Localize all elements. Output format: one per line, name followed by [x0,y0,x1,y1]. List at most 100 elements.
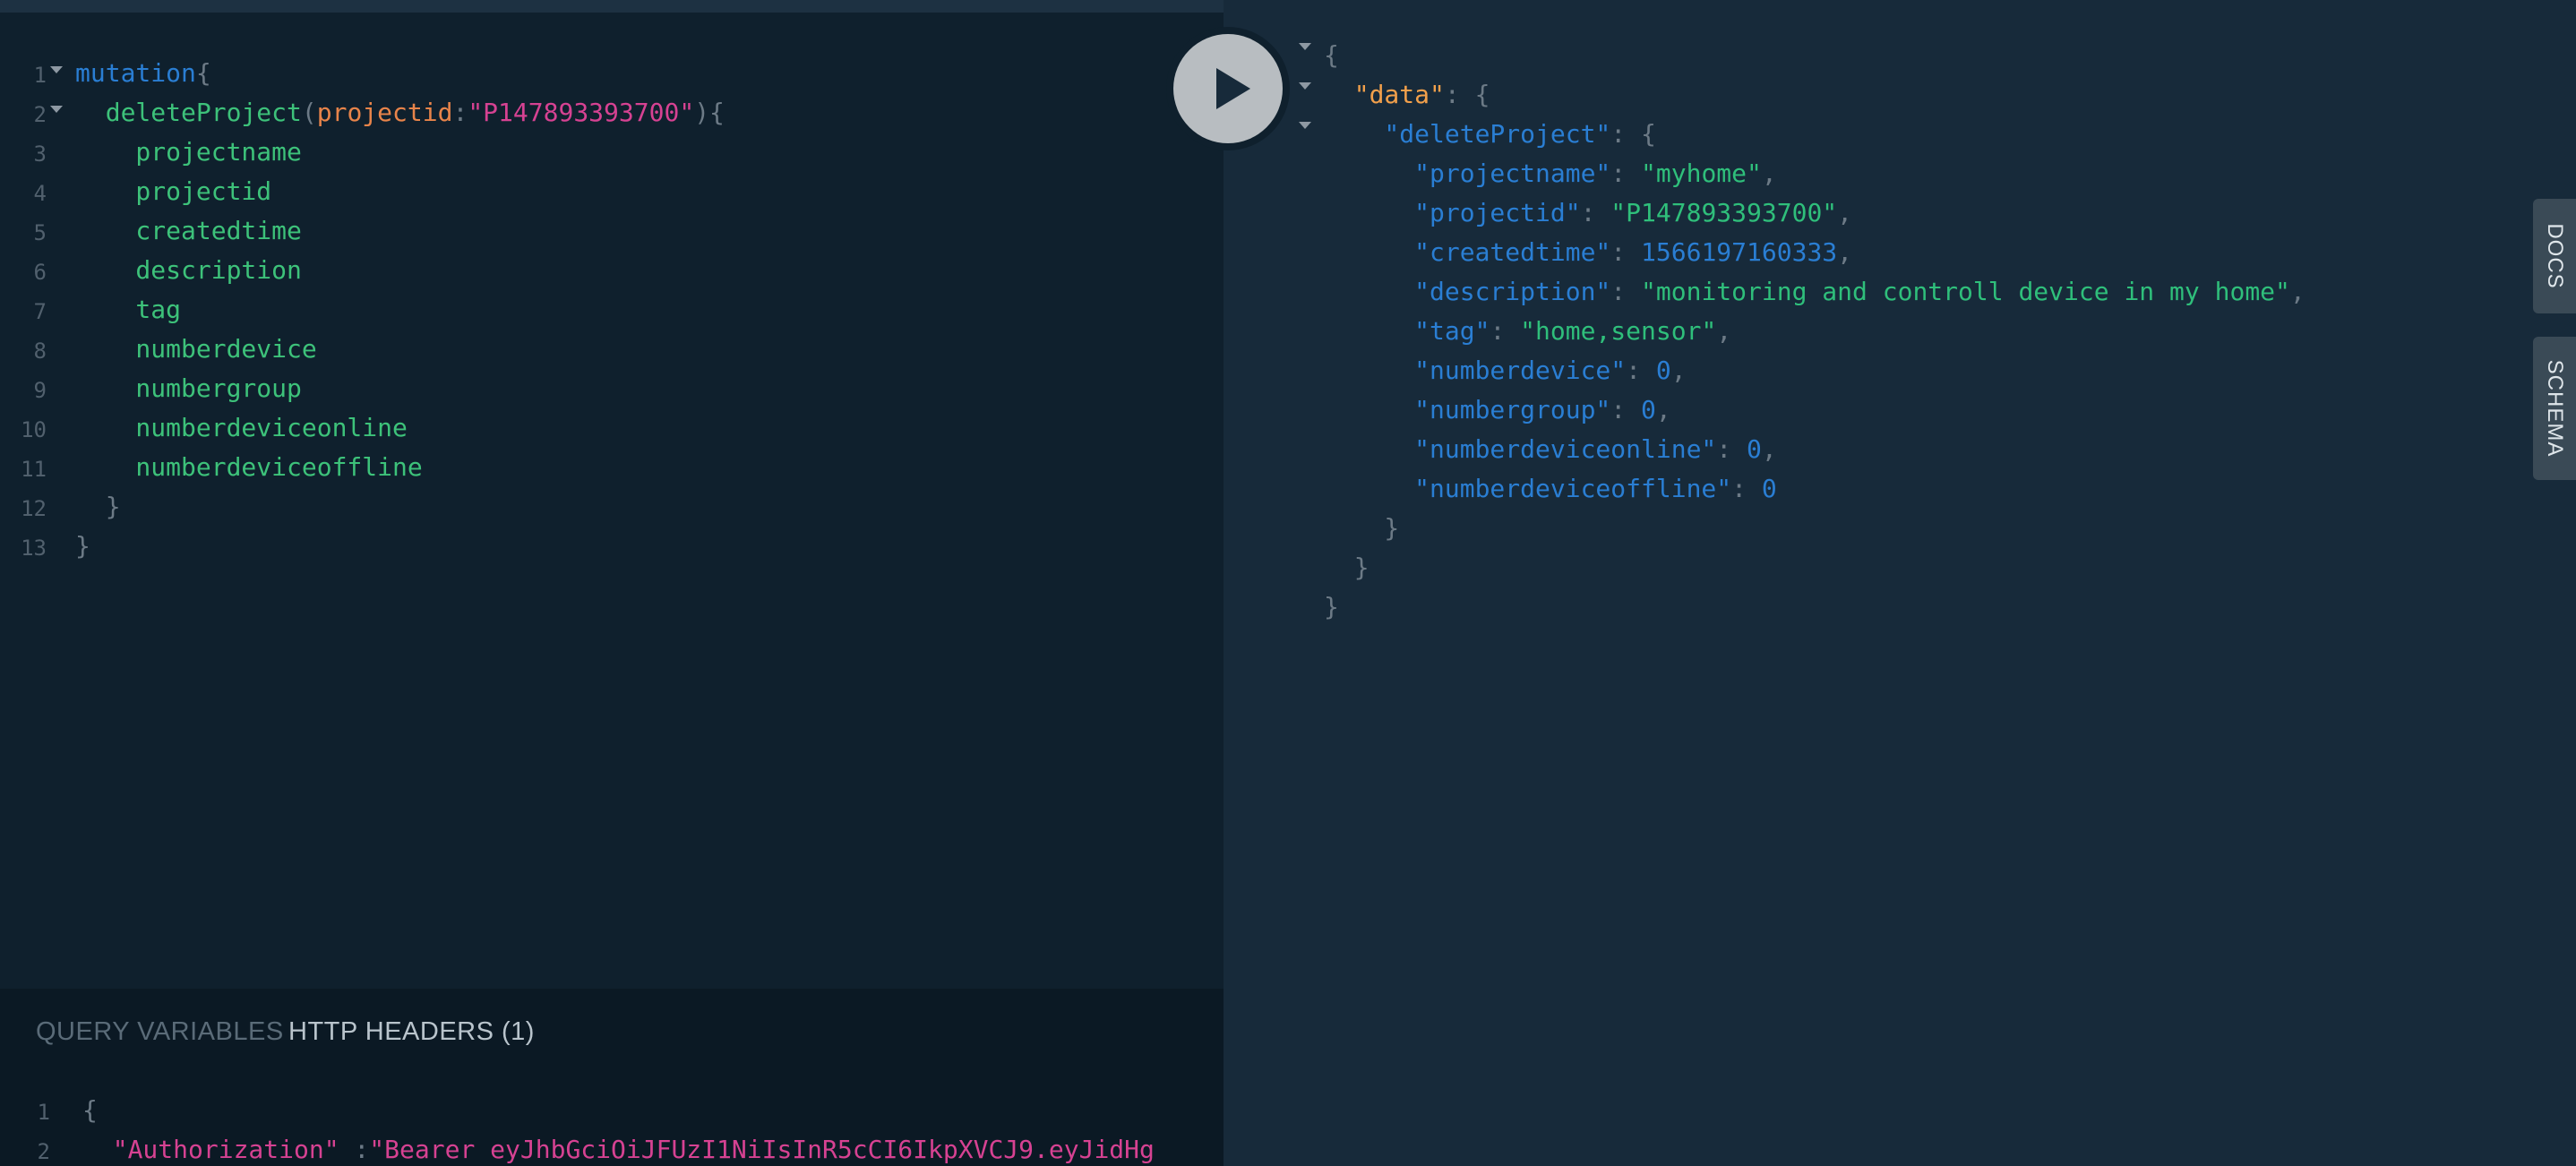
code-token: tag [75,295,182,324]
code-token: "numbergroup" [1324,395,1611,424]
tab-query-variables[interactable]: QUERY VARIABLES [36,1017,284,1047]
code-token: : [339,1135,370,1164]
code-token: , [1761,159,1777,188]
code-token: , [1716,316,1732,346]
code-line: } [1324,587,1339,627]
code-token: ( [301,98,317,127]
code-token: , [2289,277,2306,306]
code-line: "Authorization" :"Bearer eyJhbGciOiJFUzI… [82,1130,1155,1166]
line-number: 6 [33,260,47,285]
line-number: 10 [21,417,47,442]
code-line: } [75,487,121,527]
code-token: numberdeviceoffline [75,452,423,482]
code-token: } [1324,592,1339,622]
docs-tab-label: DOCS [2543,223,2567,289]
code-token: numbergroup [75,373,302,403]
code-line: projectid [75,172,271,211]
code-line: } [1324,548,1370,587]
tab-http-headers[interactable]: HTTP HEADERS (1) [288,1017,535,1047]
code-token: "monitoring and controll device in my ho… [1641,277,2290,306]
line-number: 1 [33,63,47,88]
code-line: projectname [75,133,301,172]
fold-arrow-icon[interactable] [50,106,63,113]
code-token: { [1324,40,1339,70]
schema-tab-label: SCHEMA [2543,359,2567,458]
docs-tab[interactable]: DOCS [2533,199,2576,313]
code-token: : [1580,198,1611,227]
execute-query-button[interactable] [1173,34,1283,143]
code-token: : [1610,237,1642,267]
schema-tab[interactable]: SCHEMA [2533,337,2576,480]
code-token: "P147893393700" [1610,198,1838,227]
fold-arrow-icon[interactable] [1299,122,1311,129]
code-token: , [1837,237,1853,267]
code-token: , [1837,198,1853,227]
line-number: 13 [21,536,47,561]
fold-arrow-icon[interactable] [1299,82,1311,90]
code-line: deleteProject(projectid:"P147893393700")… [75,93,725,133]
code-line: tag [75,290,181,330]
code-token: projectid [316,98,453,127]
code-line: "numbergroup": 0, [1324,390,1671,430]
code-token: deleteProject [75,98,302,127]
code-line: "projectid": "P147893393700", [1324,193,1852,233]
code-token: createdtime [75,216,302,245]
code-line: } [1324,509,1399,548]
code-line: "numberdeviceonline": 0, [1324,430,1777,469]
code-token: numberdevice [75,334,317,364]
line-number: 11 [21,457,47,482]
code-token: projectid [75,176,272,206]
play-icon [1216,68,1250,109]
code-token: "projectid" [1324,198,1581,227]
query-editor[interactable]: 1 2 3 4 5 6 7 8 9 10 11 12 13 mutation{ deleteProjec… [0,13,1224,989]
code-token: } [1324,553,1370,582]
code-token: : [1716,434,1747,464]
code-token: : { [1610,119,1656,149]
line-number: 8 [33,339,47,364]
code-line: } [75,527,90,566]
code-token: , [1655,395,1671,424]
code-line: "data": { [1324,75,1490,115]
code-line: "tag": "home,sensor", [1324,312,1731,351]
code-line: numberdevice [75,330,317,369]
code-token: "data" [1324,80,1445,109]
fold-arrow-icon[interactable] [1299,43,1311,50]
code-token: "numberdeviceonline" [1324,434,1717,464]
code-line: createdtime [75,211,302,251]
code-token: : [1626,356,1656,385]
code-line: "numberdevice": 0, [1324,351,1687,390]
code-token: "numberdevice" [1324,356,1627,385]
fold-arrow-icon[interactable] [50,66,63,73]
code-line: { [82,1091,98,1130]
code-token: : [1610,395,1642,424]
line-number: 3 [33,141,47,167]
code-token: mutation [75,58,196,88]
line-number: 5 [33,220,47,245]
code-token: 1566197160333 [1641,237,1838,267]
code-token: "Authorization" [82,1135,339,1164]
http-headers-editor[interactable]: 1 2 { "Authorization" :"Bearer eyJhbGciOi… [0,1075,1224,1166]
code-line: "description": "monitoring and controll … [1324,272,2306,312]
code-token: } [75,492,121,521]
code-token: "P147893393700" [468,98,695,127]
code-token: "numberdeviceoffline" [1324,474,1732,503]
code-token: : [1610,159,1642,188]
code-token: 0 [1761,474,1777,503]
code-line: "projectname": "myhome", [1324,154,1777,193]
line-number: 1 [37,1100,50,1125]
code-token: , [1761,434,1777,464]
code-line: mutation{ [75,54,211,93]
code-token: : [1490,316,1521,346]
line-number: 2 [37,1139,50,1164]
code-token: 0 [1655,356,1671,385]
line-number: 4 [33,181,47,206]
code-line: "deleteProject": { [1324,115,1656,154]
code-token: description [75,255,302,285]
code-token: { [195,58,211,88]
code-token: , [1670,356,1687,385]
code-token: ){ [694,98,725,127]
code-token: { [82,1095,98,1125]
code-token: "projectname" [1324,159,1611,188]
code-token: : [1731,474,1762,503]
code-token: "description" [1324,277,1611,306]
